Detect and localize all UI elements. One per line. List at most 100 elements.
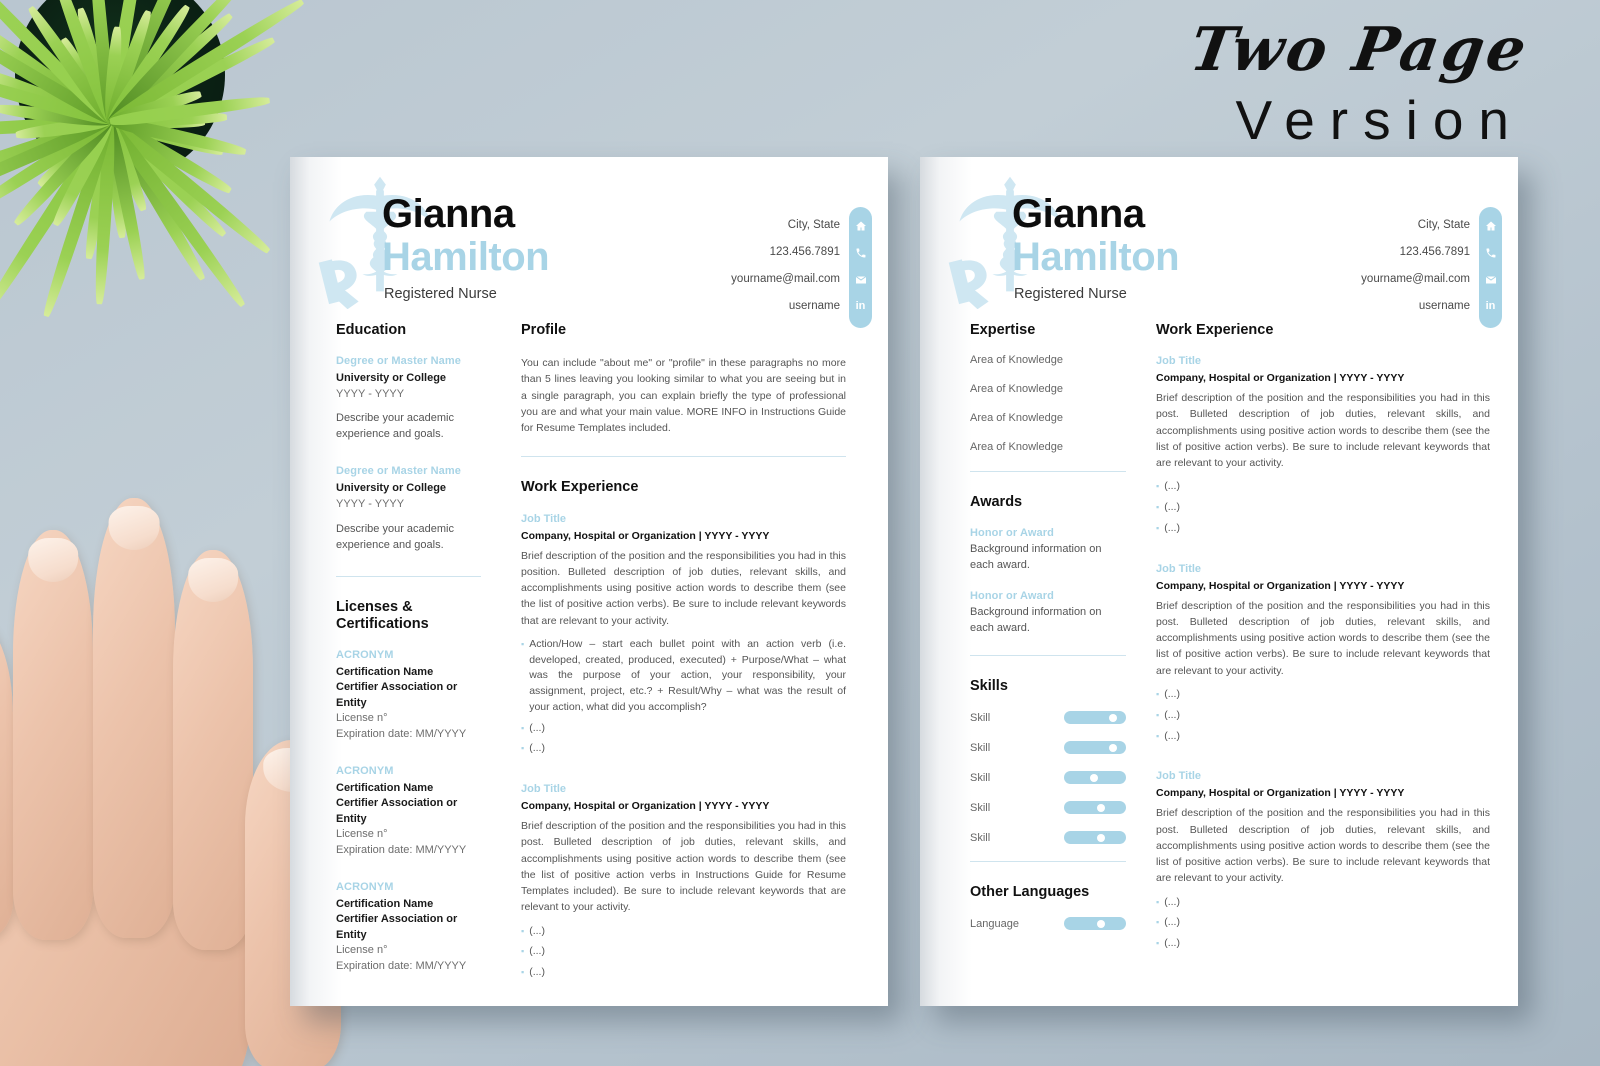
slider-knob[interactable] <box>1096 803 1105 812</box>
bullet-text: (...) <box>1164 916 1180 929</box>
skill: Skill <box>970 711 1126 725</box>
plant-leaf <box>11 117 115 229</box>
degree-name: Degree or Master Name <box>336 355 461 368</box>
plant-leaf <box>73 6 117 124</box>
envelope-icon[interactable] <box>849 266 872 293</box>
bullet-text: (...) <box>529 721 545 734</box>
skill-slider[interactable] <box>1064 831 1126 845</box>
bullet-text: (...) <box>1164 521 1180 534</box>
school-name: University or College <box>336 482 447 495</box>
bullet-item: ▪ (...) <box>521 721 846 737</box>
phone-icon[interactable] <box>1479 239 1502 266</box>
bullet-dot-icon: ▪ <box>1156 730 1160 741</box>
license-item: ACRONYM Certification Name Certifier Assoc… <box>336 881 481 975</box>
slider-knob[interactable] <box>1096 833 1105 842</box>
resume-page-2[interactable]: Gianna Hamilton Registered Nurse City, S… <box>920 157 1518 1006</box>
expertise-heading: Expertise <box>970 322 1036 338</box>
bullet-text: (...) <box>529 742 545 755</box>
award-description: Background information on each award. <box>970 543 1102 572</box>
bullet-dot-icon: ▪ <box>521 967 525 978</box>
bullet-item: ▪ (...) <box>1156 915 1490 931</box>
award-title: Honor or Award <box>970 590 1054 603</box>
bullet-text: (...) <box>1164 937 1180 950</box>
contact-linkedin: username <box>788 299 840 312</box>
skill-slider[interactable] <box>1064 711 1126 725</box>
divider <box>336 575 481 577</box>
certifier-entity: Certifier Association or Entity <box>336 797 458 825</box>
contact-linkedin: username <box>1418 299 1470 312</box>
finger-3 <box>93 498 175 938</box>
slider-knob[interactable] <box>1109 713 1118 722</box>
job-title: Job Title <box>1156 770 1202 783</box>
plant-leaf <box>104 118 210 283</box>
plant-leaf <box>104 0 209 125</box>
phone-icon[interactable] <box>849 239 872 266</box>
contact-city: City, State <box>1417 218 1470 231</box>
bullet-item: ▪ (...) <box>521 741 846 757</box>
contact-icon-bar: in <box>849 207 872 328</box>
slider-knob[interactable] <box>1096 919 1105 928</box>
headline-line1: Two Page <box>1185 15 1534 85</box>
resume-page-1[interactable]: Gianna Hamilton Registered Nurse City, S… <box>290 157 888 1006</box>
bullet-item: ▪ Action/How – start each bullet point wi… <box>521 637 846 716</box>
bullet-dot-icon: ▪ <box>1156 522 1160 533</box>
fingernail <box>188 558 238 602</box>
plant-leaf <box>0 115 113 185</box>
expertise-item: Area of Knowledge <box>970 383 1063 396</box>
linkedin-icon[interactable]: in <box>1479 293 1502 320</box>
mockup-scene: Two Page Version Gianna Hamilton Registe… <box>0 0 1600 1066</box>
bullet-item: ▪ (...) <box>1156 687 1490 703</box>
contact-block: City, State 123.456.7891 yourname@mail.c… <box>731 207 872 328</box>
home-icon[interactable] <box>849 212 872 239</box>
page1-header: Gianna Hamilton Registered Nurse City, S… <box>290 157 888 328</box>
job-description: Brief description of the position and th… <box>1156 599 1490 677</box>
plant-leaf <box>108 115 225 158</box>
linkedin-icon[interactable]: in <box>849 293 872 320</box>
skill-slider[interactable] <box>1064 801 1126 815</box>
expertise-item: Area of Knowledge <box>970 441 1063 454</box>
plant-leaf <box>103 120 150 281</box>
name-block: Gianna Hamilton Registered Nurse <box>382 194 550 302</box>
bullet-text: (...) <box>1164 895 1180 908</box>
skill-label: Skill <box>970 801 991 814</box>
license-expiration: Expiration date: MM/YYYY <box>336 843 467 856</box>
bullet-item: ▪ (...) <box>1156 895 1490 911</box>
education-description: Describe your academic experience and go… <box>336 412 454 441</box>
skill-slider[interactable] <box>1064 771 1126 785</box>
school-name: University or College <box>336 372 447 385</box>
job-title: Job Title <box>521 783 567 796</box>
plant-leaf <box>47 0 117 124</box>
language-slider[interactable] <box>1064 917 1126 931</box>
contact-phone: 123.456.7891 <box>1399 245 1470 258</box>
skills-list: Skill Skill Skill Skill Skill <box>970 711 1126 845</box>
last-name: Hamilton <box>1012 235 1180 280</box>
plant-leaf <box>109 93 271 128</box>
envelope-icon[interactable] <box>1479 266 1502 293</box>
plant-leaf <box>106 115 235 196</box>
potted-plant-photo <box>0 0 320 320</box>
plant-leaf <box>0 117 116 316</box>
bullet-dot-icon: ▪ <box>521 946 525 957</box>
plant-leaf <box>109 109 228 128</box>
page1-right-column: Profile You can include "about me" or "p… <box>495 322 888 1006</box>
award-description: Background information on each award. <box>970 606 1102 635</box>
bullet-dot-icon: ▪ <box>1156 938 1160 949</box>
bullet-item: ▪ (...) <box>521 944 846 960</box>
plant-leaf <box>105 9 235 127</box>
skill-slider[interactable] <box>1064 741 1126 755</box>
bullet-dot-icon: ▪ <box>1156 917 1160 928</box>
bullet-dot-icon: ▪ <box>521 743 525 754</box>
award-item: Honor or Award Background information on … <box>970 527 1126 574</box>
slider-knob[interactable] <box>1090 773 1099 782</box>
page2-columns: Expertise Area of Knowledge Area of Knowl… <box>920 322 1518 978</box>
job-description: Brief description of the position and th… <box>1156 392 1490 470</box>
languages-list: Language <box>970 917 1126 931</box>
job-description: Brief description of the position and th… <box>521 549 846 627</box>
home-icon[interactable] <box>1479 212 1502 239</box>
bullet-text: (...) <box>1164 501 1180 514</box>
page1-left-column: Education Degree or Master Name Universit… <box>290 322 495 1006</box>
plant-leaf <box>15 115 111 143</box>
plant-leaf <box>0 115 113 218</box>
job-company-dates: Company, Hospital or Organization | YYYY… <box>1156 372 1405 385</box>
slider-knob[interactable] <box>1109 743 1118 752</box>
